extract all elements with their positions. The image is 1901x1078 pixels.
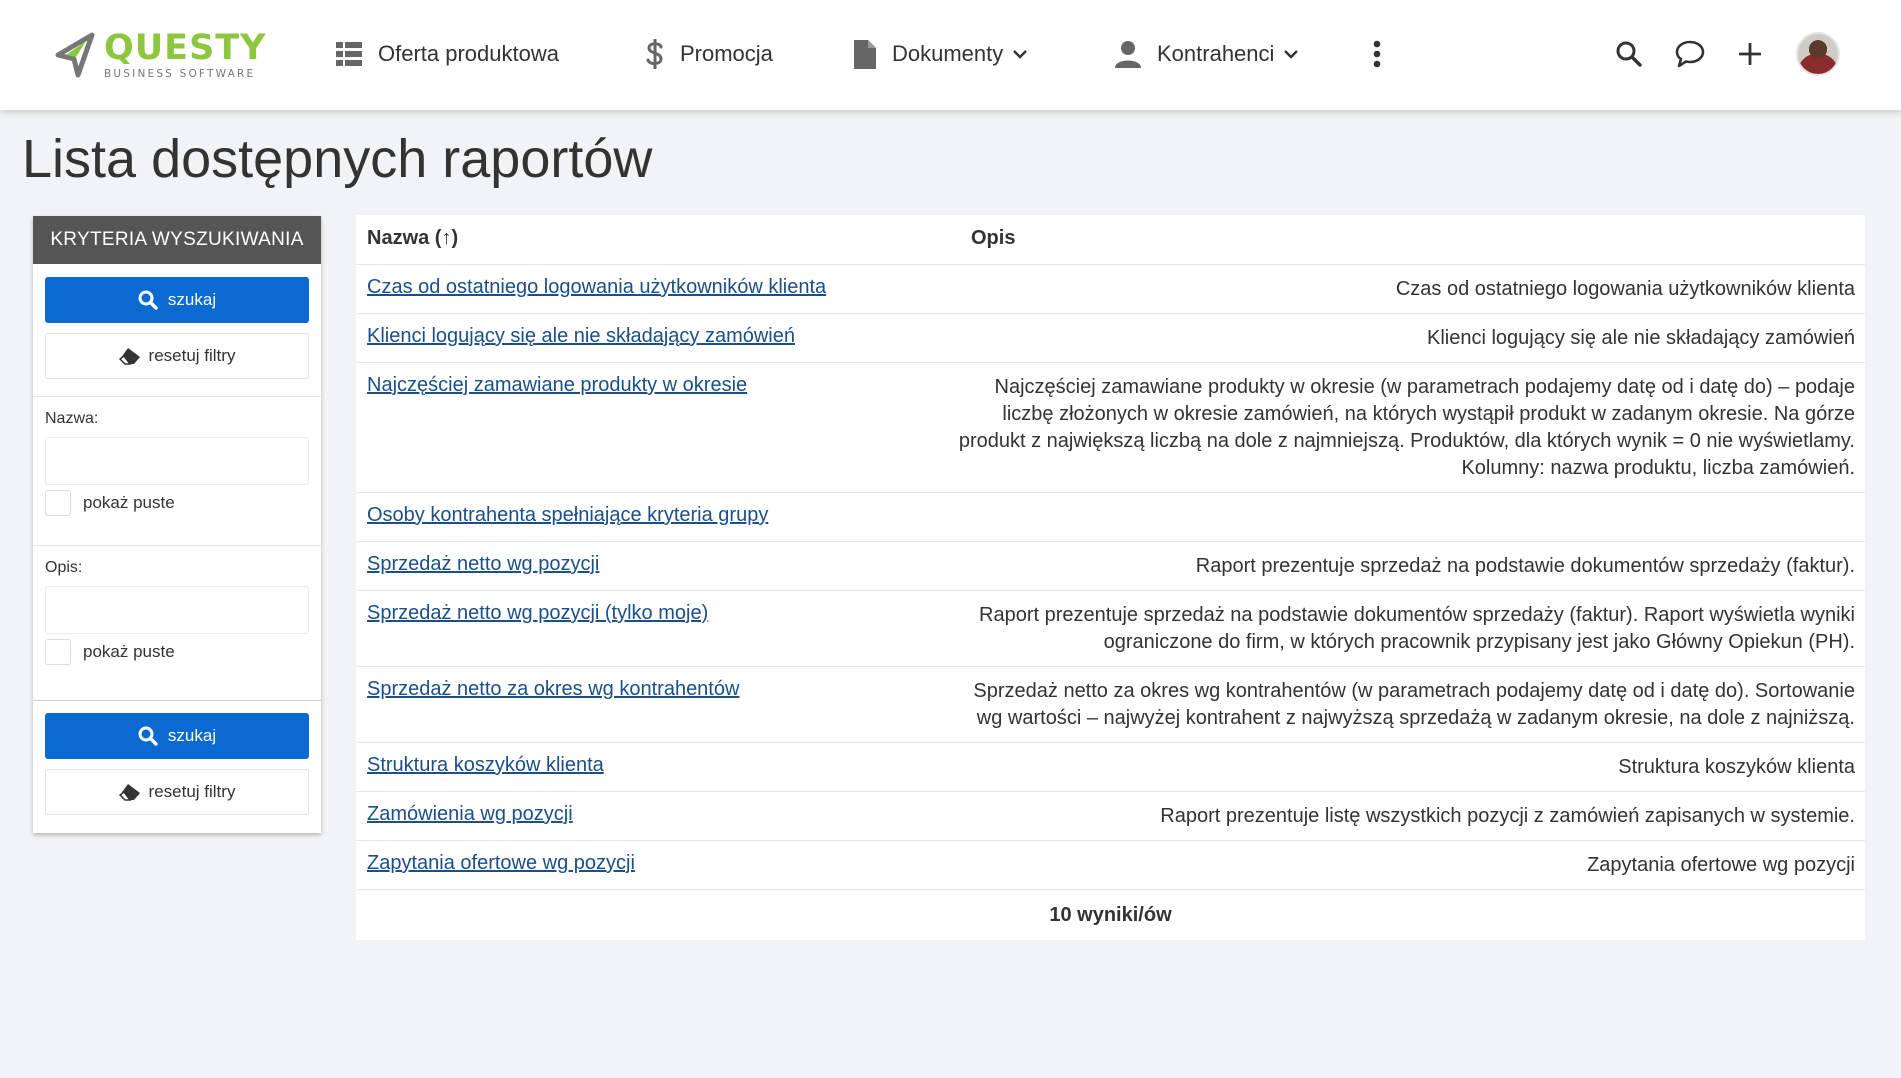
questy-logo-icon xyxy=(55,32,95,78)
brand-name: QUESTY xyxy=(104,27,267,68)
report-name-link[interactable]: Najczęściej zamawiane produkty w okresie xyxy=(367,374,747,397)
nav-kontrahenci-label: Kontrahenci xyxy=(1157,41,1275,66)
nav-promocja[interactable]: Promocja xyxy=(646,34,773,74)
column-header-description: Opis xyxy=(971,227,1016,249)
table-header: Nazwa (↑) Opis xyxy=(356,215,1865,265)
nav-dokumenty[interactable]: Dokumenty xyxy=(854,34,1028,74)
search-criteria-panel: KRYTERIA WYSZUKIWANIA szukaj resetuj fil… xyxy=(33,216,321,833)
results-count: 10 wyniki/ów xyxy=(1049,903,1172,926)
search-button-bottom[interactable]: szukaj xyxy=(45,713,309,759)
search-criteria-title: KRYTERIA WYSZUKIWANIA xyxy=(33,216,321,264)
page-title: Lista dostępnych raportów xyxy=(22,129,653,189)
nav-dokumenty-label: Dokumenty xyxy=(892,41,1004,66)
kebab-menu-icon[interactable] xyxy=(1359,36,1395,72)
report-description: Struktura koszyków klienta xyxy=(1618,756,1855,778)
report-name-link[interactable]: Zamówienia wg pozycji xyxy=(367,803,573,826)
plus-icon[interactable] xyxy=(1732,36,1768,72)
table-body: Czas od ostatniego logowania użytkownikó… xyxy=(356,265,1865,890)
name-show-empty-checkbox[interactable] xyxy=(45,490,71,516)
chevron-down-icon xyxy=(1013,49,1028,59)
report-description: Zapytania ofertowe wg pozycji xyxy=(1587,854,1855,876)
report-description: Raport prezentuje sprzedaż na podstawie … xyxy=(979,604,1855,653)
chevron-down-icon xyxy=(1284,49,1299,59)
table-row: Sprzedaż netto za okres wg kontrahentów S… xyxy=(356,667,1865,743)
desc-show-empty-label: pokaż puste xyxy=(83,642,175,661)
report-description: Czas od ostatniego logowania użytkownikó… xyxy=(1395,278,1855,300)
name-show-empty-label: pokaż puste xyxy=(83,493,175,512)
column-header-name[interactable]: Nazwa (↑) xyxy=(367,227,458,250)
search-icon xyxy=(138,290,158,310)
report-name-link[interactable]: Sprzedaż netto wg pozycji xyxy=(367,553,599,576)
report-description xyxy=(956,493,1865,541)
reset-filters-label: resetuj filtry xyxy=(148,782,236,801)
nav-promocja-label: Promocja xyxy=(680,41,773,66)
table-row: Struktura koszyków klienta Struktura kosz… xyxy=(356,743,1865,792)
desc-filter-label: Opis: xyxy=(45,559,83,576)
reset-filters-label: resetuj filtry xyxy=(148,346,236,365)
chat-icon[interactable] xyxy=(1672,36,1708,72)
search-icon xyxy=(138,726,158,746)
report-description: Najczęściej zamawiane produkty w okresie… xyxy=(958,376,1855,479)
report-description: Sprzedaż netto za okres wg kontrahentów … xyxy=(973,680,1855,729)
user-avatar[interactable] xyxy=(1796,32,1840,76)
table-row: Sprzedaż netto wg pozycji (tylko moje) Ra… xyxy=(356,591,1865,667)
reset-filters-button[interactable]: resetuj filtry xyxy=(45,333,309,379)
report-description: Klienci logujący się ale nie składający … xyxy=(1427,327,1855,349)
report-name-link[interactable]: Sprzedaż netto za okres wg kontrahentów xyxy=(367,678,739,701)
report-name-link[interactable]: Zapytania ofertowe wg pozycji xyxy=(367,852,635,875)
name-filter-label: Nazwa: xyxy=(45,410,99,427)
table-row: Najczęściej zamawiane produkty w okresie… xyxy=(356,363,1865,493)
document-icon xyxy=(854,39,876,69)
grid-list-icon xyxy=(336,42,362,66)
nav-kontrahenci[interactable]: Kontrahenci xyxy=(1115,34,1299,74)
eraser-icon xyxy=(118,784,140,801)
reports-table: Nazwa (↑) Opis Czas od ostatniego logowa… xyxy=(356,215,1865,940)
report-name-link[interactable]: Osoby kontrahenta spełniające kryteria g… xyxy=(367,504,768,527)
questy-logo[interactable]: QUESTY BUSINESS SOFTWARE xyxy=(52,30,292,80)
eraser-icon xyxy=(118,348,140,365)
desc-show-empty-checkbox[interactable] xyxy=(45,639,71,665)
divider xyxy=(33,700,321,701)
desc-filter-input[interactable] xyxy=(45,586,309,634)
nav-oferta-label: Oferta produktowa xyxy=(378,41,559,66)
search-button-label: szukaj xyxy=(167,726,217,745)
top-navbar: QUESTY BUSINESS SOFTWARE Oferta produkto… xyxy=(0,0,1901,110)
table-row: Klienci logujący się ale nie składający … xyxy=(356,314,1865,363)
table-row: Czas od ostatniego logowania użytkownikó… xyxy=(356,265,1865,314)
search-button[interactable]: szukaj xyxy=(45,277,309,323)
search-button-label: szukaj xyxy=(167,290,217,309)
report-description: Raport prezentuje listę wszystkich pozyc… xyxy=(1160,805,1855,827)
report-name-link[interactable]: Sprzedaż netto wg pozycji (tylko moje) xyxy=(367,602,708,625)
report-name-link[interactable]: Struktura koszyków klienta xyxy=(367,754,604,777)
divider xyxy=(33,545,321,546)
report-name-link[interactable]: Czas od ostatniego logowania użytkownikó… xyxy=(367,276,826,299)
divider xyxy=(33,396,321,397)
brand-tagline: BUSINESS SOFTWARE xyxy=(104,67,256,80)
report-name-link[interactable]: Klienci logujący się ale nie składający … xyxy=(367,325,795,348)
table-row: Zamówienia wg pozycji Raport prezentuje l… xyxy=(356,792,1865,841)
table-row: Zapytania ofertowe wg pozycji Zapytania o… xyxy=(356,841,1865,890)
table-row: Sprzedaż netto wg pozycji Raport prezentu… xyxy=(356,542,1865,591)
nav-oferta-produktowa[interactable]: Oferta produktowa xyxy=(336,34,559,74)
search-icon[interactable] xyxy=(1611,36,1647,72)
name-filter-input[interactable] xyxy=(45,437,309,485)
reset-filters-button-bottom[interactable]: resetuj filtry xyxy=(45,769,309,815)
table-row: Osoby kontrahenta spełniające kryteria g… xyxy=(356,493,1865,542)
user-icon xyxy=(1115,41,1141,68)
report-description: Raport prezentuje sprzedaż na podstawie … xyxy=(1195,555,1855,577)
dollar-icon xyxy=(646,39,663,69)
